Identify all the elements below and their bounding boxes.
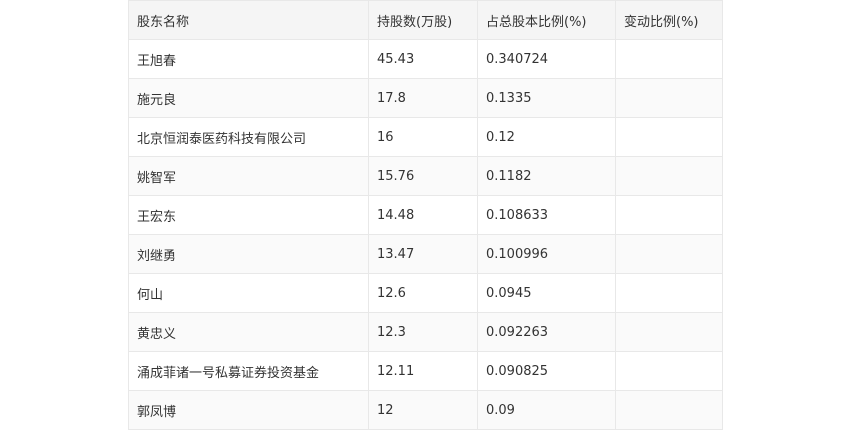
cell-share-ratio: 0.090825 [477, 351, 616, 391]
cell-shares: 13.47 [368, 234, 478, 274]
cell-share-ratio: 0.1182 [477, 156, 616, 196]
header-shares: 持股数(万股) [368, 0, 478, 40]
cell-shareholder-name: 王旭春 [128, 39, 369, 79]
cell-shareholder-name: 施元良 [128, 78, 369, 118]
table-row: 涌成菲诸一号私募证券投资基金 12.11 0.090825 [128, 351, 723, 391]
cell-shares: 12.6 [368, 273, 478, 313]
table-body: 王旭春 45.43 0.340724 施元良 17.8 0.1335 北京恒润泰… [128, 39, 723, 430]
header-shareholder-name: 股东名称 [128, 0, 369, 40]
table-header: 股东名称 持股数(万股) 占总股本比例(%) 变动比例(%) [128, 0, 723, 40]
cell-change-ratio [615, 156, 723, 196]
table-row: 郭凤博 12 0.09 [128, 390, 723, 430]
cell-change-ratio [615, 78, 723, 118]
header-share-ratio: 占总股本比例(%) [477, 0, 616, 40]
cell-change-ratio [615, 312, 723, 352]
table-row: 施元良 17.8 0.1335 [128, 78, 723, 118]
cell-shareholder-name: 郭凤博 [128, 390, 369, 430]
cell-change-ratio [615, 117, 723, 157]
cell-change-ratio [615, 273, 723, 313]
table-row: 姚智军 15.76 0.1182 [128, 156, 723, 196]
cell-change-ratio [615, 390, 723, 430]
header-row: 股东名称 持股数(万股) 占总股本比例(%) 变动比例(%) [128, 0, 723, 40]
cell-change-ratio [615, 195, 723, 235]
cell-share-ratio: 0.340724 [477, 39, 616, 79]
cell-shares: 45.43 [368, 39, 478, 79]
cell-share-ratio: 0.09 [477, 390, 616, 430]
cell-share-ratio: 0.092263 [477, 312, 616, 352]
shareholder-table: 股东名称 持股数(万股) 占总股本比例(%) 变动比例(%) 王旭春 45.43… [128, 0, 723, 430]
cell-share-ratio: 0.12 [477, 117, 616, 157]
cell-share-ratio: 0.0945 [477, 273, 616, 313]
cell-shareholder-name: 何山 [128, 273, 369, 313]
cell-shares: 16 [368, 117, 478, 157]
cell-change-ratio [615, 351, 723, 391]
cell-shares: 12 [368, 390, 478, 430]
cell-share-ratio: 0.1335 [477, 78, 616, 118]
cell-shareholder-name: 黄忠义 [128, 312, 369, 352]
cell-shareholder-name: 涌成菲诸一号私募证券投资基金 [128, 351, 369, 391]
cell-change-ratio [615, 39, 723, 79]
cell-shareholder-name: 刘继勇 [128, 234, 369, 274]
cell-shares: 14.48 [368, 195, 478, 235]
cell-share-ratio: 0.100996 [477, 234, 616, 274]
cell-change-ratio [615, 234, 723, 274]
table-row: 何山 12.6 0.0945 [128, 273, 723, 313]
table-row: 刘继勇 13.47 0.100996 [128, 234, 723, 274]
cell-shareholder-name: 姚智军 [128, 156, 369, 196]
cell-shares: 12.11 [368, 351, 478, 391]
cell-shares: 12.3 [368, 312, 478, 352]
cell-shareholder-name: 北京恒润泰医药科技有限公司 [128, 117, 369, 157]
shareholder-table-container: 股东名称 持股数(万股) 占总股本比例(%) 变动比例(%) 王旭春 45.43… [128, 0, 723, 430]
table-row: 王旭春 45.43 0.340724 [128, 39, 723, 79]
cell-shares: 15.76 [368, 156, 478, 196]
table-row: 北京恒润泰医药科技有限公司 16 0.12 [128, 117, 723, 157]
table-row: 黄忠义 12.3 0.092263 [128, 312, 723, 352]
cell-shareholder-name: 王宏东 [128, 195, 369, 235]
cell-shares: 17.8 [368, 78, 478, 118]
cell-share-ratio: 0.108633 [477, 195, 616, 235]
table-row: 王宏东 14.48 0.108633 [128, 195, 723, 235]
header-change-ratio: 变动比例(%) [615, 0, 723, 40]
